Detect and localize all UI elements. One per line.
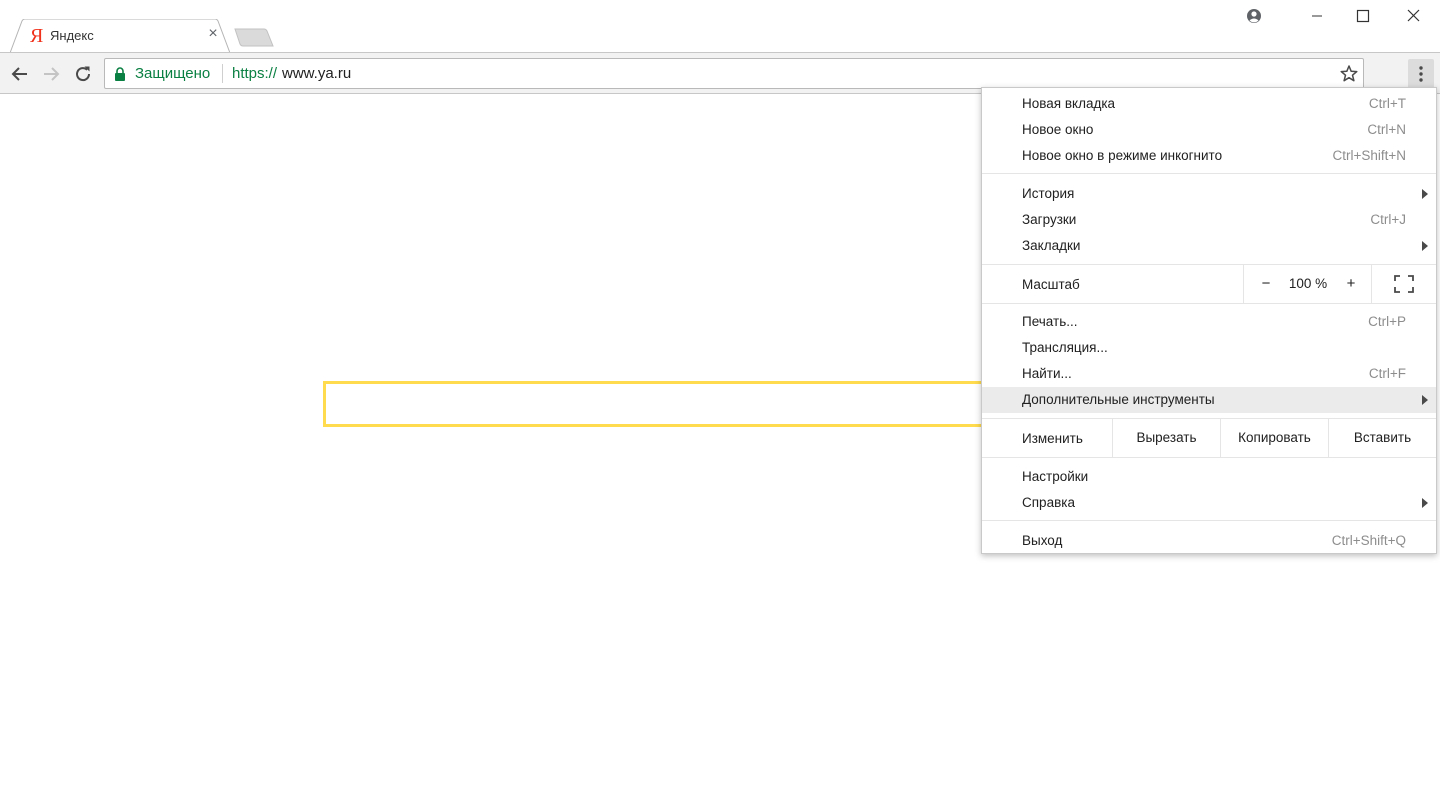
lock-icon	[115, 67, 125, 81]
menu-item-label: Найти...	[1022, 366, 1072, 381]
edit-label: Изменить	[1022, 431, 1083, 446]
zoom-value: 100 %	[1288, 276, 1328, 291]
submenu-arrow-icon	[1422, 395, 1428, 405]
star-icon[interactable]	[1339, 64, 1359, 84]
menu-item-help[interactable]: Справка	[982, 490, 1436, 516]
menu-zoom-row: Масштаб − 100 % +	[982, 265, 1436, 303]
menu-item-incognito-window[interactable]: Новое окно в режиме инкогнито Ctrl+Shift…	[982, 143, 1436, 169]
menu-item-exit[interactable]: Выход Ctrl+Shift+Q	[982, 528, 1436, 554]
title-bar: Я Яндекс ×	[0, 0, 1440, 53]
fullscreen-icon[interactable]	[1394, 275, 1414, 293]
zoom-out-button[interactable]: −	[1260, 275, 1272, 292]
zoom-label: Масштаб	[1022, 277, 1080, 292]
menu-item-shortcut: Ctrl+F	[1368, 366, 1406, 381]
url-host: www.ya.ru	[282, 65, 352, 82]
submenu-arrow-icon	[1422, 498, 1428, 508]
forward-arrow-icon[interactable]	[40, 63, 62, 85]
menu-item-label: Дополнительные инструменты	[1022, 392, 1215, 407]
back-arrow-icon[interactable]	[9, 63, 31, 85]
menu-edit-row: Изменить Вырезать Копировать Вставить	[982, 419, 1436, 457]
menu-item-label: Новая вкладка	[1022, 96, 1116, 111]
menu-item-print[interactable]: Печать... Ctrl+P	[982, 309, 1436, 335]
submenu-arrow-icon	[1422, 189, 1428, 199]
menu-item-label: Справка	[1022, 495, 1075, 510]
menu-separator	[982, 303, 1436, 304]
menu-item-shortcut: Ctrl+N	[1367, 122, 1406, 137]
menu-item-new-window[interactable]: Новое окно Ctrl+N	[982, 117, 1436, 143]
tab-yandex[interactable]: Я Яндекс ×	[10, 19, 230, 53]
menu-item-label: Выход	[1022, 533, 1063, 548]
url-scheme: https://	[232, 65, 278, 82]
menu-separator	[982, 173, 1436, 174]
menu-item-label: Трансляция...	[1022, 340, 1108, 355]
menu-separator	[982, 520, 1436, 521]
menu-separator	[982, 457, 1436, 458]
menu-item-downloads[interactable]: Загрузки Ctrl+J	[982, 207, 1436, 233]
menu-item-label: Печать...	[1022, 314, 1078, 329]
menu-item-cast[interactable]: Трансляция...	[982, 335, 1436, 361]
omnibox-divider	[222, 64, 223, 83]
menu-item-label: История	[1022, 186, 1075, 201]
more-vert-icon[interactable]	[1408, 59, 1434, 89]
menu-item-shortcut: Ctrl+J	[1370, 212, 1406, 227]
menu-item-more-tools[interactable]: Дополнительные инструменты	[982, 387, 1436, 413]
cut-button[interactable]: Вырезать	[1112, 419, 1220, 457]
new-tab-button[interactable]	[234, 27, 274, 47]
close-icon[interactable]	[1388, 0, 1434, 32]
menu-item-label: Закладки	[1022, 238, 1081, 253]
menu-item-settings[interactable]: Настройки	[982, 464, 1436, 490]
menu-item-label: Загрузки	[1022, 212, 1077, 227]
menu-item-history[interactable]: История	[982, 181, 1436, 207]
menu-item-find[interactable]: Найти... Ctrl+F	[982, 361, 1436, 387]
security-label[interactable]: Защищено	[135, 65, 210, 83]
menu-item-new-tab[interactable]: Новая вкладка Ctrl+T	[982, 91, 1436, 117]
menu-item-bookmarks[interactable]: Закладки	[982, 233, 1436, 259]
chrome-main-menu: Новая вкладка Ctrl+T Новое окно Ctrl+N Н…	[981, 87, 1437, 554]
menu-item-label: Настройки	[1022, 469, 1089, 484]
menu-item-shortcut: Ctrl+Shift+Q	[1331, 533, 1406, 548]
tab-close-icon[interactable]: ×	[206, 26, 220, 42]
submenu-arrow-icon	[1422, 241, 1428, 251]
copy-button[interactable]: Копировать	[1220, 419, 1328, 457]
maximize-icon[interactable]	[1340, 0, 1386, 32]
menu-item-shortcut: Ctrl+Shift+N	[1332, 148, 1406, 163]
minimize-icon[interactable]	[1294, 0, 1340, 32]
menu-item-label: Новое окно	[1022, 122, 1094, 137]
yandex-search-input[interactable]	[323, 381, 1023, 427]
yandex-favicon-icon: Я	[30, 25, 44, 47]
reload-icon[interactable]	[72, 63, 94, 85]
tab-title: Яндекс	[50, 28, 94, 43]
menu-item-shortcut: Ctrl+P	[1368, 314, 1406, 329]
zoom-in-button[interactable]: +	[1344, 275, 1358, 292]
menu-item-label: Новое окно в режиме инкогнито	[1022, 148, 1223, 163]
address-bar[interactable]: Защищено https:// www.ya.ru	[104, 58, 1364, 89]
menu-item-shortcut: Ctrl+T	[1368, 96, 1406, 111]
profile-icon[interactable]	[1244, 6, 1264, 26]
paste-button[interactable]: Вставить	[1328, 419, 1436, 457]
